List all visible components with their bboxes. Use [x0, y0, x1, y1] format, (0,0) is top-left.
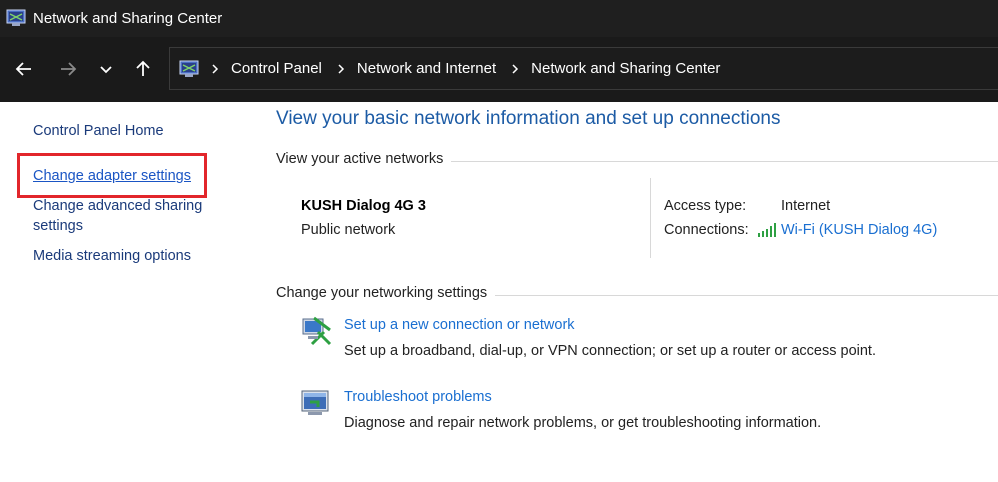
wifi-signal-icon	[758, 223, 776, 237]
page-title: View your basic network information and …	[276, 108, 781, 129]
window-title: Network and Sharing Center	[33, 10, 223, 27]
divider	[650, 178, 651, 258]
chevron-right-icon[interactable]	[334, 62, 348, 76]
troubleshoot-problems-description: Diagnose and repair network problems, or…	[344, 415, 822, 431]
chevron-right-icon[interactable]	[208, 62, 222, 76]
recent-locations-button[interactable]	[93, 56, 119, 82]
setup-new-connection-description: Set up a broadband, dial-up, or VPN conn…	[344, 343, 876, 359]
back-button[interactable]	[11, 56, 37, 82]
access-type-label: Access type:	[664, 198, 747, 214]
title-bar: Network and Sharing Center	[0, 0, 998, 37]
breadcrumb: Control Panel Network and Internet Netwo…	[208, 60, 732, 77]
active-networks-label: View your active networks	[276, 151, 452, 167]
highlight-box	[17, 153, 207, 198]
troubleshoot-icon	[301, 390, 329, 415]
access-type-value: Internet	[781, 198, 831, 214]
wifi-connection-link[interactable]: Wi-Fi (KUSH Dialog 4G)	[781, 222, 937, 238]
network-category: Public network	[301, 222, 396, 238]
arrow-left-icon	[15, 62, 31, 76]
media-streaming-options-link[interactable]: Media streaming options	[33, 246, 191, 266]
arrow-right-icon	[61, 62, 77, 76]
network-name: KUSH Dialog 4G 3	[301, 198, 426, 214]
breadcrumb-network-and-internet[interactable]: Network and Internet	[357, 60, 496, 77]
breadcrumb-network-sharing-center[interactable]: Network and Sharing Center	[531, 60, 720, 77]
change-settings-label: Change your networking settings	[276, 285, 496, 301]
connections-label: Connections:	[664, 222, 749, 238]
setup-new-connection-link[interactable]: Set up a new connection or network	[344, 317, 575, 333]
breadcrumb-control-panel[interactable]: Control Panel	[231, 60, 322, 77]
change-advanced-sharing-settings-link[interactable]: Change advanced sharing settings	[33, 196, 223, 236]
arrow-up-icon	[136, 60, 150, 76]
troubleshoot-problems-link[interactable]: Troubleshoot problems	[344, 389, 492, 405]
network-center-icon	[6, 9, 26, 26]
network-setup-icon	[302, 316, 332, 346]
navigation-bar: Control Panel Network and Internet Netwo…	[0, 37, 998, 102]
control-panel-home-link[interactable]: Control Panel Home	[33, 121, 164, 141]
network-center-icon	[179, 60, 199, 77]
chevron-down-icon	[100, 66, 112, 74]
up-button[interactable]	[130, 56, 156, 82]
forward-button[interactable]	[55, 56, 81, 82]
address-bar[interactable]: Control Panel Network and Internet Netwo…	[169, 47, 998, 90]
chevron-right-icon[interactable]	[508, 62, 522, 76]
